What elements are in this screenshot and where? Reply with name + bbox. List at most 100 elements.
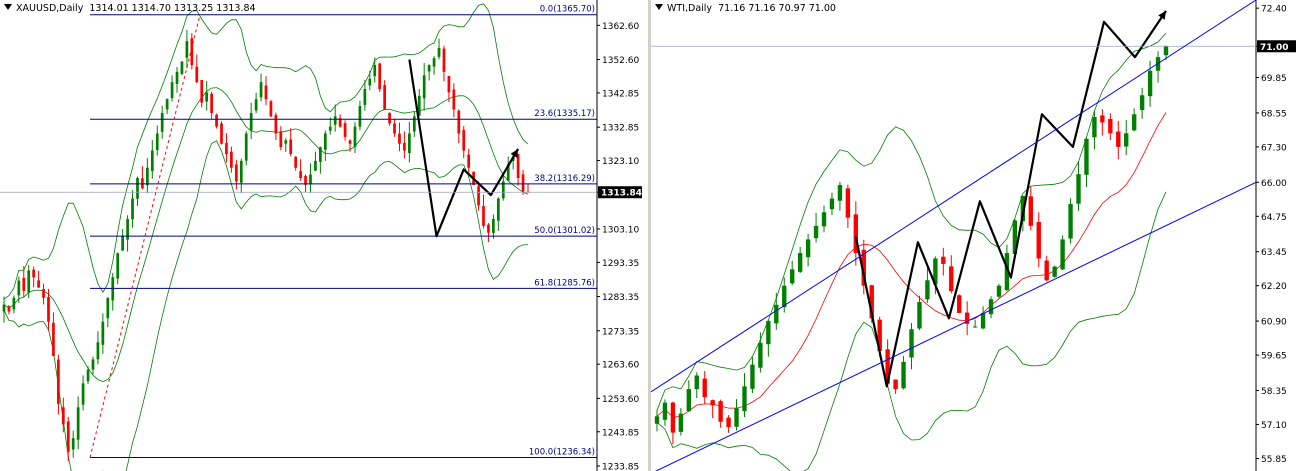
wti-chart-panel[interactable]: 72.40 71.00 69.85 68.55 67.30 66.00 64.75 63.45… bbox=[651, 0, 1296, 471]
candle-body bbox=[37, 280, 40, 288]
candle-body bbox=[442, 48, 446, 72]
candle-body bbox=[837, 185, 843, 201]
candle-body bbox=[702, 378, 707, 398]
candle-body bbox=[96, 342, 100, 360]
chart-symbol-dropdown-icon[interactable] bbox=[655, 4, 663, 10]
xauusd-chart[interactable]: 1362.60 1352.60 1342.85 1332.85 1323.10 1313.… bbox=[0, 0, 648, 471]
candle-body bbox=[32, 269, 36, 278]
candle-body bbox=[52, 322, 55, 356]
candle-body bbox=[141, 178, 144, 189]
candle-body bbox=[101, 321, 105, 345]
candle-body bbox=[294, 156, 298, 168]
candle-body bbox=[289, 139, 293, 155]
candle-body bbox=[249, 112, 253, 131]
candle-body bbox=[496, 198, 500, 221]
candle-body bbox=[477, 186, 480, 206]
price-axis-label: 59.65 bbox=[1261, 352, 1287, 362]
candle-body bbox=[845, 188, 851, 218]
candle-body bbox=[61, 407, 65, 425]
candle-body bbox=[76, 407, 80, 440]
candle-body bbox=[225, 142, 228, 155]
candle-body bbox=[462, 129, 466, 151]
candle-body bbox=[27, 270, 31, 293]
fibonacci-level-label: 50.0(1301.02) bbox=[534, 226, 595, 236]
candle-body bbox=[363, 88, 367, 105]
candle-body bbox=[264, 85, 268, 100]
candle-body bbox=[925, 280, 930, 300]
candle-body bbox=[309, 174, 312, 185]
candle-body bbox=[200, 79, 204, 103]
candle-body bbox=[81, 383, 85, 405]
candle-body bbox=[150, 150, 154, 172]
candle-body bbox=[180, 61, 184, 74]
candle-body bbox=[980, 312, 986, 329]
candle-body bbox=[106, 297, 110, 319]
trend-channel-line bbox=[654, 181, 1257, 471]
moving-average-line bbox=[656, 112, 1167, 418]
price-axis-label: 1253.60 bbox=[602, 395, 639, 405]
candle-body bbox=[269, 101, 273, 117]
candle-body bbox=[805, 239, 811, 258]
wti-chart[interactable]: 72.40 71.00 69.85 68.55 67.30 66.00 64.75 63.45… bbox=[651, 0, 1296, 471]
candle-body bbox=[333, 116, 337, 125]
candle-body bbox=[750, 364, 755, 389]
candle-body bbox=[782, 285, 787, 308]
chart-symbol-dropdown-icon[interactable] bbox=[4, 4, 12, 10]
candle-body bbox=[160, 112, 164, 132]
candle-body bbox=[821, 212, 827, 227]
candle-body bbox=[299, 171, 302, 178]
candle-body bbox=[403, 142, 406, 151]
xauusd-ohlc-values: 1314.01 1314.70 1313.25 1313.84 bbox=[89, 3, 256, 14]
price-axis-label: 55.85 bbox=[1261, 455, 1287, 465]
candle-body bbox=[427, 65, 431, 72]
price-axis-label: 62.20 bbox=[1261, 282, 1287, 292]
candle-body bbox=[398, 133, 401, 144]
price-axis-label: 1293.35 bbox=[602, 259, 639, 269]
candle-body bbox=[1068, 204, 1073, 239]
candle-body bbox=[145, 167, 149, 186]
candle-body bbox=[136, 177, 139, 199]
candle-body bbox=[467, 154, 471, 168]
candle-body bbox=[284, 140, 288, 144]
candle-body bbox=[254, 99, 258, 111]
candle-body bbox=[22, 277, 26, 291]
candle-body bbox=[373, 65, 377, 77]
candle-body bbox=[487, 224, 490, 233]
candle-body bbox=[7, 306, 11, 312]
candle-body bbox=[42, 289, 45, 298]
candle-body bbox=[388, 112, 391, 124]
candle-body bbox=[949, 266, 954, 292]
candle-body bbox=[718, 401, 723, 422]
candle-body bbox=[185, 41, 189, 58]
candle-body bbox=[111, 277, 115, 301]
candle-body bbox=[1044, 260, 1049, 281]
fibonacci-level-label: 61.8(1285.76) bbox=[534, 278, 595, 288]
candle-body bbox=[1092, 117, 1097, 138]
candle-body bbox=[358, 106, 362, 127]
bollinger-lower-band bbox=[3, 140, 529, 471]
candle-body bbox=[988, 299, 994, 315]
xauusd-chart-panel[interactable]: 1362.60 1352.60 1342.85 1332.85 1323.10 1313.… bbox=[0, 0, 648, 471]
candle-body bbox=[516, 154, 520, 178]
candle-body bbox=[654, 416, 660, 424]
candle-body bbox=[726, 417, 731, 428]
candle-body bbox=[86, 369, 90, 382]
candle-body bbox=[393, 123, 396, 134]
candle-body bbox=[686, 389, 691, 412]
candle-body bbox=[407, 133, 411, 153]
candle-body bbox=[210, 93, 213, 113]
candle-body bbox=[279, 131, 283, 148]
price-axis-label: 69.85 bbox=[1261, 74, 1287, 84]
candle-body bbox=[175, 71, 179, 84]
candle-body bbox=[766, 321, 771, 345]
candle-body bbox=[1100, 115, 1105, 123]
candle-body bbox=[742, 386, 747, 412]
candle-body bbox=[234, 164, 238, 182]
price-axis-label: 64.75 bbox=[1261, 213, 1287, 223]
candle-body bbox=[492, 219, 495, 233]
price-axis-label: 1362.60 bbox=[602, 22, 639, 32]
candle-body bbox=[1147, 70, 1153, 97]
candle-body bbox=[239, 160, 243, 183]
candle-body bbox=[323, 133, 327, 150]
candle-body bbox=[1108, 118, 1113, 134]
